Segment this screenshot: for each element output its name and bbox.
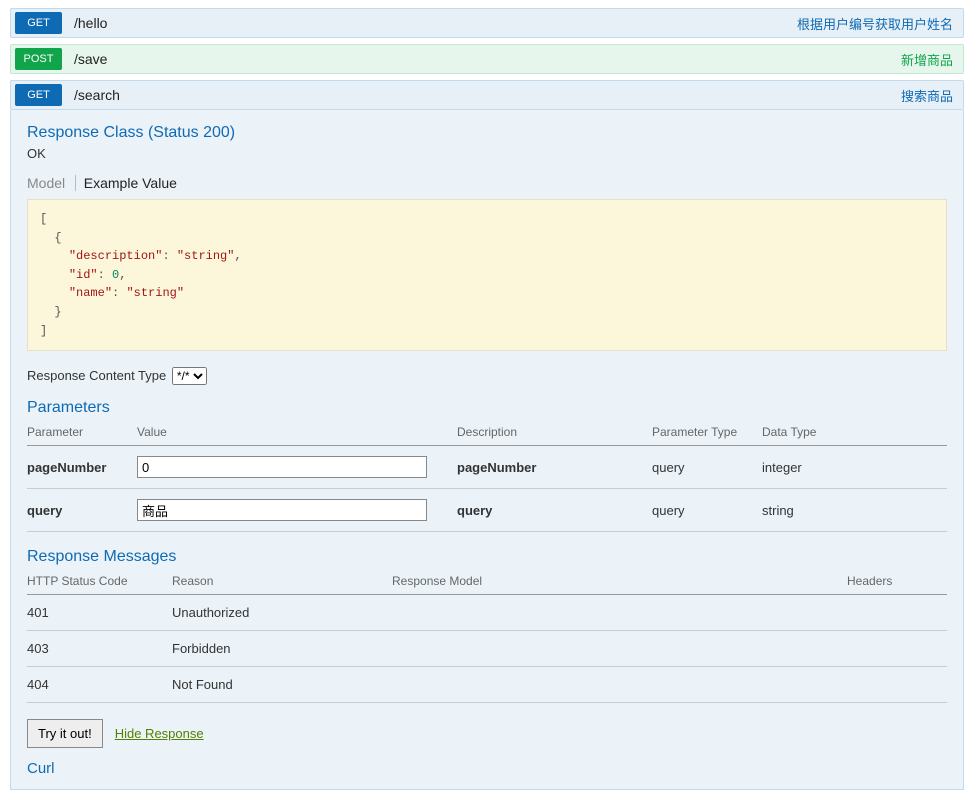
col-reason: Reason [172,570,392,595]
resp-status: 404 [27,667,172,703]
col-value: Value [137,421,457,446]
col-parameter: Parameter [27,421,137,446]
curl-section-title: Curl [27,760,947,777]
method-badge-get: GET [15,84,62,106]
response-content-type-row: Response Content Type */* [27,367,947,385]
endpoint-row-save[interactable]: POST /save 新增商品 [10,44,964,74]
try-it-out-button[interactable]: Try it out! [27,719,103,748]
table-row: pageNumber pageNumber query integer [27,446,947,489]
tab-model[interactable]: Model [27,175,71,191]
resp-status: 401 [27,595,172,631]
col-data-type: Data Type [762,421,947,446]
param-description: pageNumber [457,446,652,489]
resp-reason: Forbidden [172,631,392,667]
hide-response-link[interactable]: Hide Response [115,726,204,741]
response-messages-table: HTTP Status Code Reason Response Model H… [27,570,947,703]
resp-reason: Not Found [172,667,392,703]
endpoint-description: 搜索商品 [901,86,953,105]
col-response-model: Response Model [392,570,847,595]
endpoint-path: /hello [74,15,107,31]
param-input-query[interactable] [137,499,427,521]
parameters-title: Parameters [27,399,947,417]
table-row: 404 Not Found [27,667,947,703]
endpoint-description: 根据用户编号获取用户姓名 [797,14,953,33]
parameters-table: Parameter Value Description Parameter Ty… [27,421,947,532]
param-input-pagenumber[interactable] [137,456,427,478]
param-name: pageNumber [27,446,137,489]
method-badge-get: GET [15,12,62,34]
example-tabs: Model Example Value [27,175,947,191]
resp-reason: Unauthorized [172,595,392,631]
endpoint-description: 新增商品 [901,50,953,69]
param-name: query [27,489,137,532]
expanded-operation-panel: Response Class (Status 200) OK Model Exa… [10,110,964,790]
param-data-type: string [762,489,947,532]
endpoint-path: /search [74,87,120,103]
example-json-block: [ { "description": "string", "id": 0, "n… [27,199,947,351]
method-badge-post: POST [15,48,62,70]
param-description: query [457,489,652,532]
param-type: query [652,446,762,489]
endpoint-row-hello[interactable]: GET /hello 根据用户编号获取用户姓名 [10,8,964,38]
table-row: 401 Unauthorized [27,595,947,631]
response-class-title: Response Class (Status 200) [27,124,947,142]
param-type: query [652,489,762,532]
param-data-type: integer [762,446,947,489]
response-messages-title: Response Messages [27,548,947,566]
endpoint-path: /save [74,51,107,67]
action-row: Try it out! Hide Response [27,719,947,748]
table-row: query query query string [27,489,947,532]
endpoint-row-search[interactable]: GET /search 搜索商品 [10,80,964,110]
col-description: Description [457,421,652,446]
col-parameter-type: Parameter Type [652,421,762,446]
col-http-status: HTTP Status Code [27,570,172,595]
response-content-type-select[interactable]: */* [172,367,207,385]
response-class-status: OK [27,146,947,161]
col-headers: Headers [847,570,947,595]
table-row: 403 Forbidden [27,631,947,667]
tab-example-value[interactable]: Example Value [75,175,183,191]
response-content-type-label: Response Content Type [27,368,166,383]
resp-status: 403 [27,631,172,667]
